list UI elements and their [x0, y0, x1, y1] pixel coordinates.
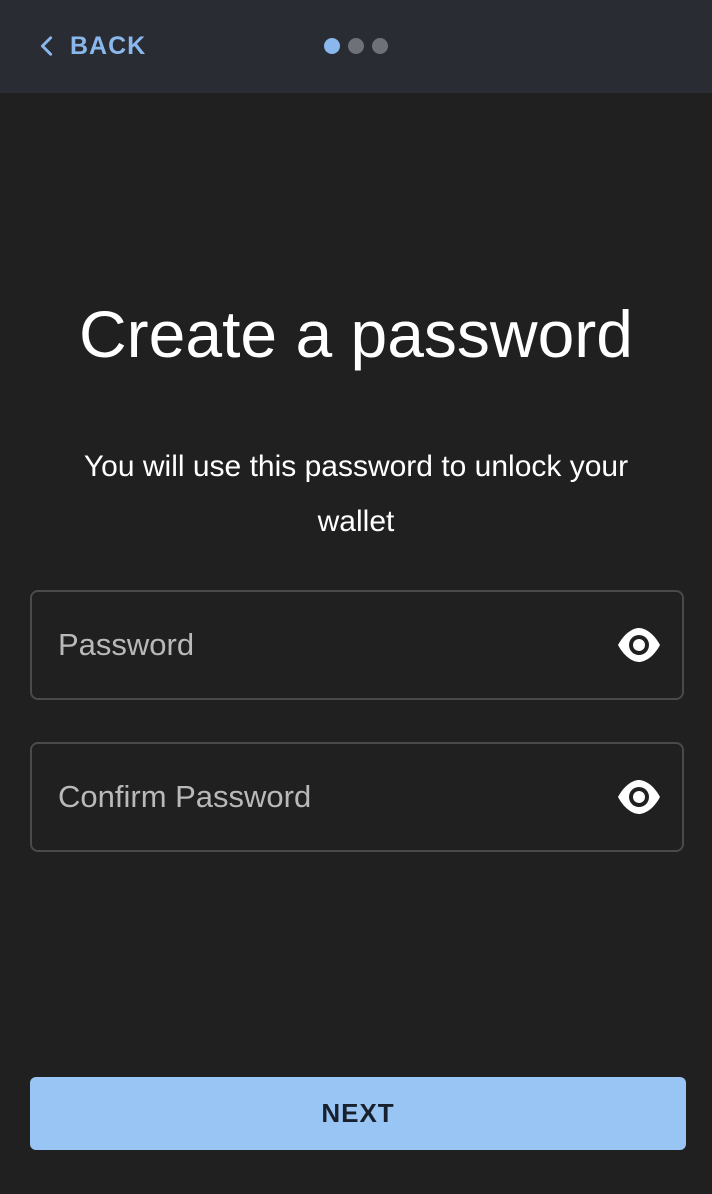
page-subtitle: You will use this password to unlock you…: [83, 450, 629, 538]
back-label: BACK: [70, 31, 147, 60]
step-dot-2: [348, 38, 364, 54]
step-dot-3: [372, 38, 388, 54]
password-field: [30, 590, 684, 700]
page-title: Create a password: [79, 297, 633, 371]
back-button[interactable]: BACK: [36, 26, 146, 66]
password-input[interactable]: [58, 592, 598, 698]
confirm-password-field: [30, 742, 684, 852]
eye-icon[interactable]: [616, 777, 662, 817]
step-indicator: [324, 38, 388, 54]
top-bar: BACK: [0, 0, 712, 93]
chevron-left-icon: [40, 36, 53, 56]
next-button[interactable]: NEXT: [30, 1077, 686, 1150]
step-dot-1: [324, 38, 340, 54]
eye-icon[interactable]: [616, 625, 662, 665]
confirm-password-input[interactable]: [58, 744, 598, 850]
